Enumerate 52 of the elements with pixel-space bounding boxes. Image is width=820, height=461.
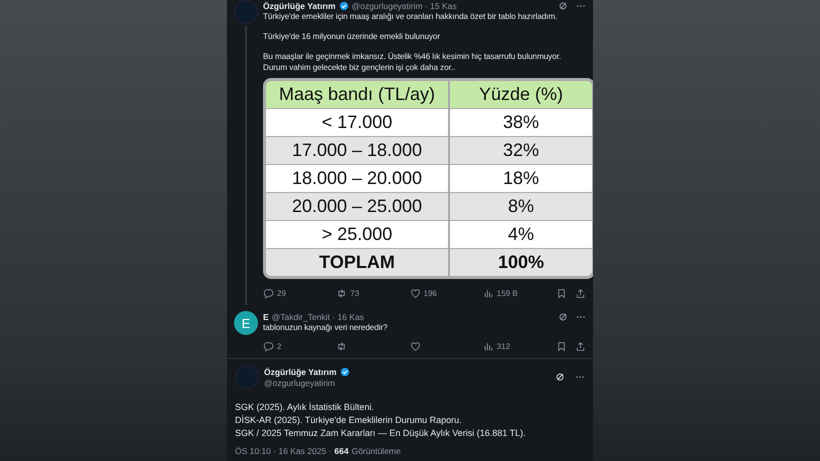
table-header: Maaş bandı (TL/ay) [266,81,448,108]
bookmark-icon[interactable] [556,340,567,352]
grok-icon[interactable] [558,312,568,322]
tweet-text: Türkiye'de 16 milyonun üzerinde emekli bulunuyor [263,31,441,42]
table-cell: 4% [450,221,592,248]
tweet-text: DİSK-AR (2025). Türkiye'de Emeklilerin Durumu Raporu. [235,414,463,427]
handle[interactable]: @ozgurlugeyatirim [264,378,350,388]
views-icon[interactable] [482,340,494,352]
view-count: 664 [334,446,349,456]
author-name[interactable]: Özgürlüğe Yatırım [264,366,337,376]
tweet-text: tablonuzun kaynağı veri nerededir? [263,322,389,333]
tweet-text: SGK / 2025 Temmuz Zam Kararları — En Düşük Aylık Verisi (16.881 TL). [235,427,527,440]
table-cell: 38% [450,109,592,136]
handle-date: @Takdir_Tenkit · 16 Kas [272,312,364,322]
repost-icon[interactable] [336,288,348,298]
grok-icon[interactable] [555,372,565,382]
table-cell: 17.000 – 18.000 [266,137,448,164]
timestamp[interactable]: ÖS 10:10 · 16 Kas 2025 · [235,446,332,456]
like-count: 196 [424,288,437,298]
heart-icon[interactable] [410,288,420,298]
heart-icon[interactable] [410,340,420,352]
table-cell: 20.000 – 25.000 [266,193,448,220]
view-count: 159 B [496,288,518,298]
table-cell: 100% [450,249,592,276]
bookmark-icon[interactable] [556,288,567,298]
reply-icon[interactable] [263,288,274,298]
tweet-text: SGK (2025). Aylık İstatistik Bülteni. [235,401,375,414]
table-cell: 18% [450,165,592,192]
share-icon[interactable] [575,288,586,298]
table-cell: > 25.000 [266,221,448,248]
table-header: Yüzde (%) [450,81,592,108]
table-cell: 18.000 – 20.000 [266,165,448,192]
reply-icon[interactable] [263,340,274,352]
table-image[interactable]: Maaş bandı (TL/ay) Yüzde (%) < 17.000 38% 17.000 – 18.000 32% 18.000 – 20.000 18% 20.000 – 25.000 8% > 25.000 4% TOPLAM 100% [263,78,595,279]
table-cell: 8% [450,193,592,220]
author-name[interactable]: Özgürlüğe Yatırım [263,0,336,10]
grok-icon[interactable] [558,0,568,10]
table-cell: < 17.000 [266,109,448,136]
share-icon[interactable] [575,340,586,352]
handle-date: @ozgurlugeyatirim · 15 Kas [352,0,457,10]
views-label: Görüntüleme [352,446,401,456]
reply-count: 2 [277,342,282,350]
repost-icon[interactable] [336,340,348,352]
reply-count: 29 [277,288,286,298]
views-icon[interactable] [482,288,494,298]
author-name[interactable]: E [263,312,269,322]
table-cell: TOPLAM [266,249,448,276]
table-cell: 32% [450,137,592,164]
repost-count: 73 [350,288,360,298]
view-count: 312 [496,342,510,350]
tweet-text: Türkiye'de emekliler için maaş aralığı ve oranları hakkında özet bir tablo hazırladım. [263,11,558,22]
tweet-text: Bu maaşlar ile geçinmek imkansız. Üstelik %46 lık kesimin hiç tasarrufu bulunmuyor. Durum vahim gelecekte biz gençlerin işi çok daha zor.. [263,51,562,73]
